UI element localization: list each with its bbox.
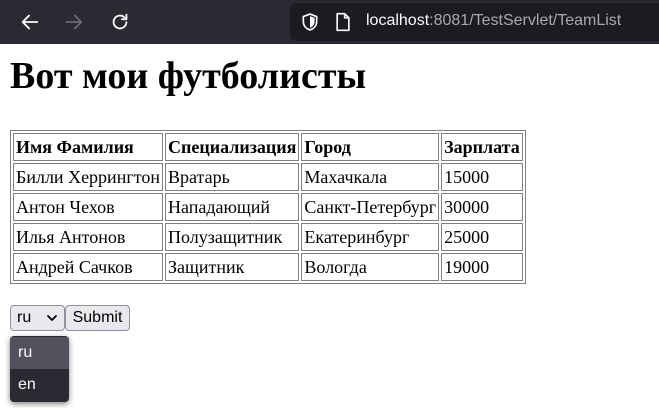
cell-name: Билли Херрингтон xyxy=(13,163,163,191)
column-header-position: Специализация xyxy=(164,133,300,161)
url-host: localhost xyxy=(366,12,430,29)
cell-salary: 25000 xyxy=(441,223,523,251)
language-option-en[interactable]: en xyxy=(10,369,69,401)
table-header-row: Имя Фамилия Специализация Город Зарплата xyxy=(13,133,523,161)
cell-position: Полузащитник xyxy=(164,223,300,251)
cell-position: Нападающий xyxy=(164,193,300,221)
table-row: Илья Антонов Полузащитник Екатеринбург 2… xyxy=(13,223,523,251)
cell-position: Защитник xyxy=(164,253,300,281)
submit-button[interactable]: Submit xyxy=(65,305,130,331)
arrow-right-icon xyxy=(65,14,83,30)
team-table: Имя Фамилия Специализация Город Зарплата… xyxy=(10,130,526,284)
url-text[interactable]: localhost:8081/TestServlet/TeamList xyxy=(366,12,621,30)
url-path: :8081/TestServlet/TeamList xyxy=(429,12,622,29)
cell-salary: 15000 xyxy=(441,163,523,191)
arrow-left-icon xyxy=(21,14,39,30)
reload-icon xyxy=(112,13,128,30)
language-dropdown: ru en xyxy=(10,336,69,402)
cell-city: Махачкала xyxy=(301,163,440,191)
column-header-salary: Зарплата xyxy=(441,133,523,161)
cell-name: Андрей Сачков xyxy=(13,253,163,281)
cell-position: Вратарь xyxy=(164,163,300,191)
page-title: Вот мои футболисты xyxy=(10,55,367,97)
cell-city: Екатеринбург xyxy=(301,223,440,251)
shield-icon[interactable] xyxy=(300,12,320,32)
cell-salary: 30000 xyxy=(441,193,523,221)
url-bar[interactable]: localhost:8081/TestServlet/TeamList xyxy=(290,3,659,41)
cell-city: Вологда xyxy=(301,253,440,281)
language-select-value: ru xyxy=(17,309,32,326)
reload-button[interactable] xyxy=(106,8,134,36)
table-row: Антон Чехов Нападающий Санкт-Петербург 3… xyxy=(13,193,523,221)
cell-city: Санкт-Петербург xyxy=(301,193,440,221)
column-header-name: Имя Фамилия xyxy=(13,133,163,161)
cell-name: Илья Антонов xyxy=(13,223,163,251)
table-row: Андрей Сачков Защитник Вологда 19000 xyxy=(13,253,523,281)
chevron-down-icon xyxy=(47,315,57,321)
table-row: Билли Херрингтон Вратарь Махачкала 15000 xyxy=(13,163,523,191)
forward-button[interactable] xyxy=(60,8,88,36)
browser-toolbar: localhost:8081/TestServlet/TeamList xyxy=(0,0,659,44)
cell-name: Антон Чехов xyxy=(13,193,163,221)
page-icon[interactable] xyxy=(334,12,352,32)
cell-salary: 19000 xyxy=(441,253,523,281)
column-header-city: Город xyxy=(301,133,440,161)
language-option-ru[interactable]: ru xyxy=(10,337,69,369)
language-select[interactable]: ru xyxy=(10,305,65,331)
back-button[interactable] xyxy=(16,8,44,36)
